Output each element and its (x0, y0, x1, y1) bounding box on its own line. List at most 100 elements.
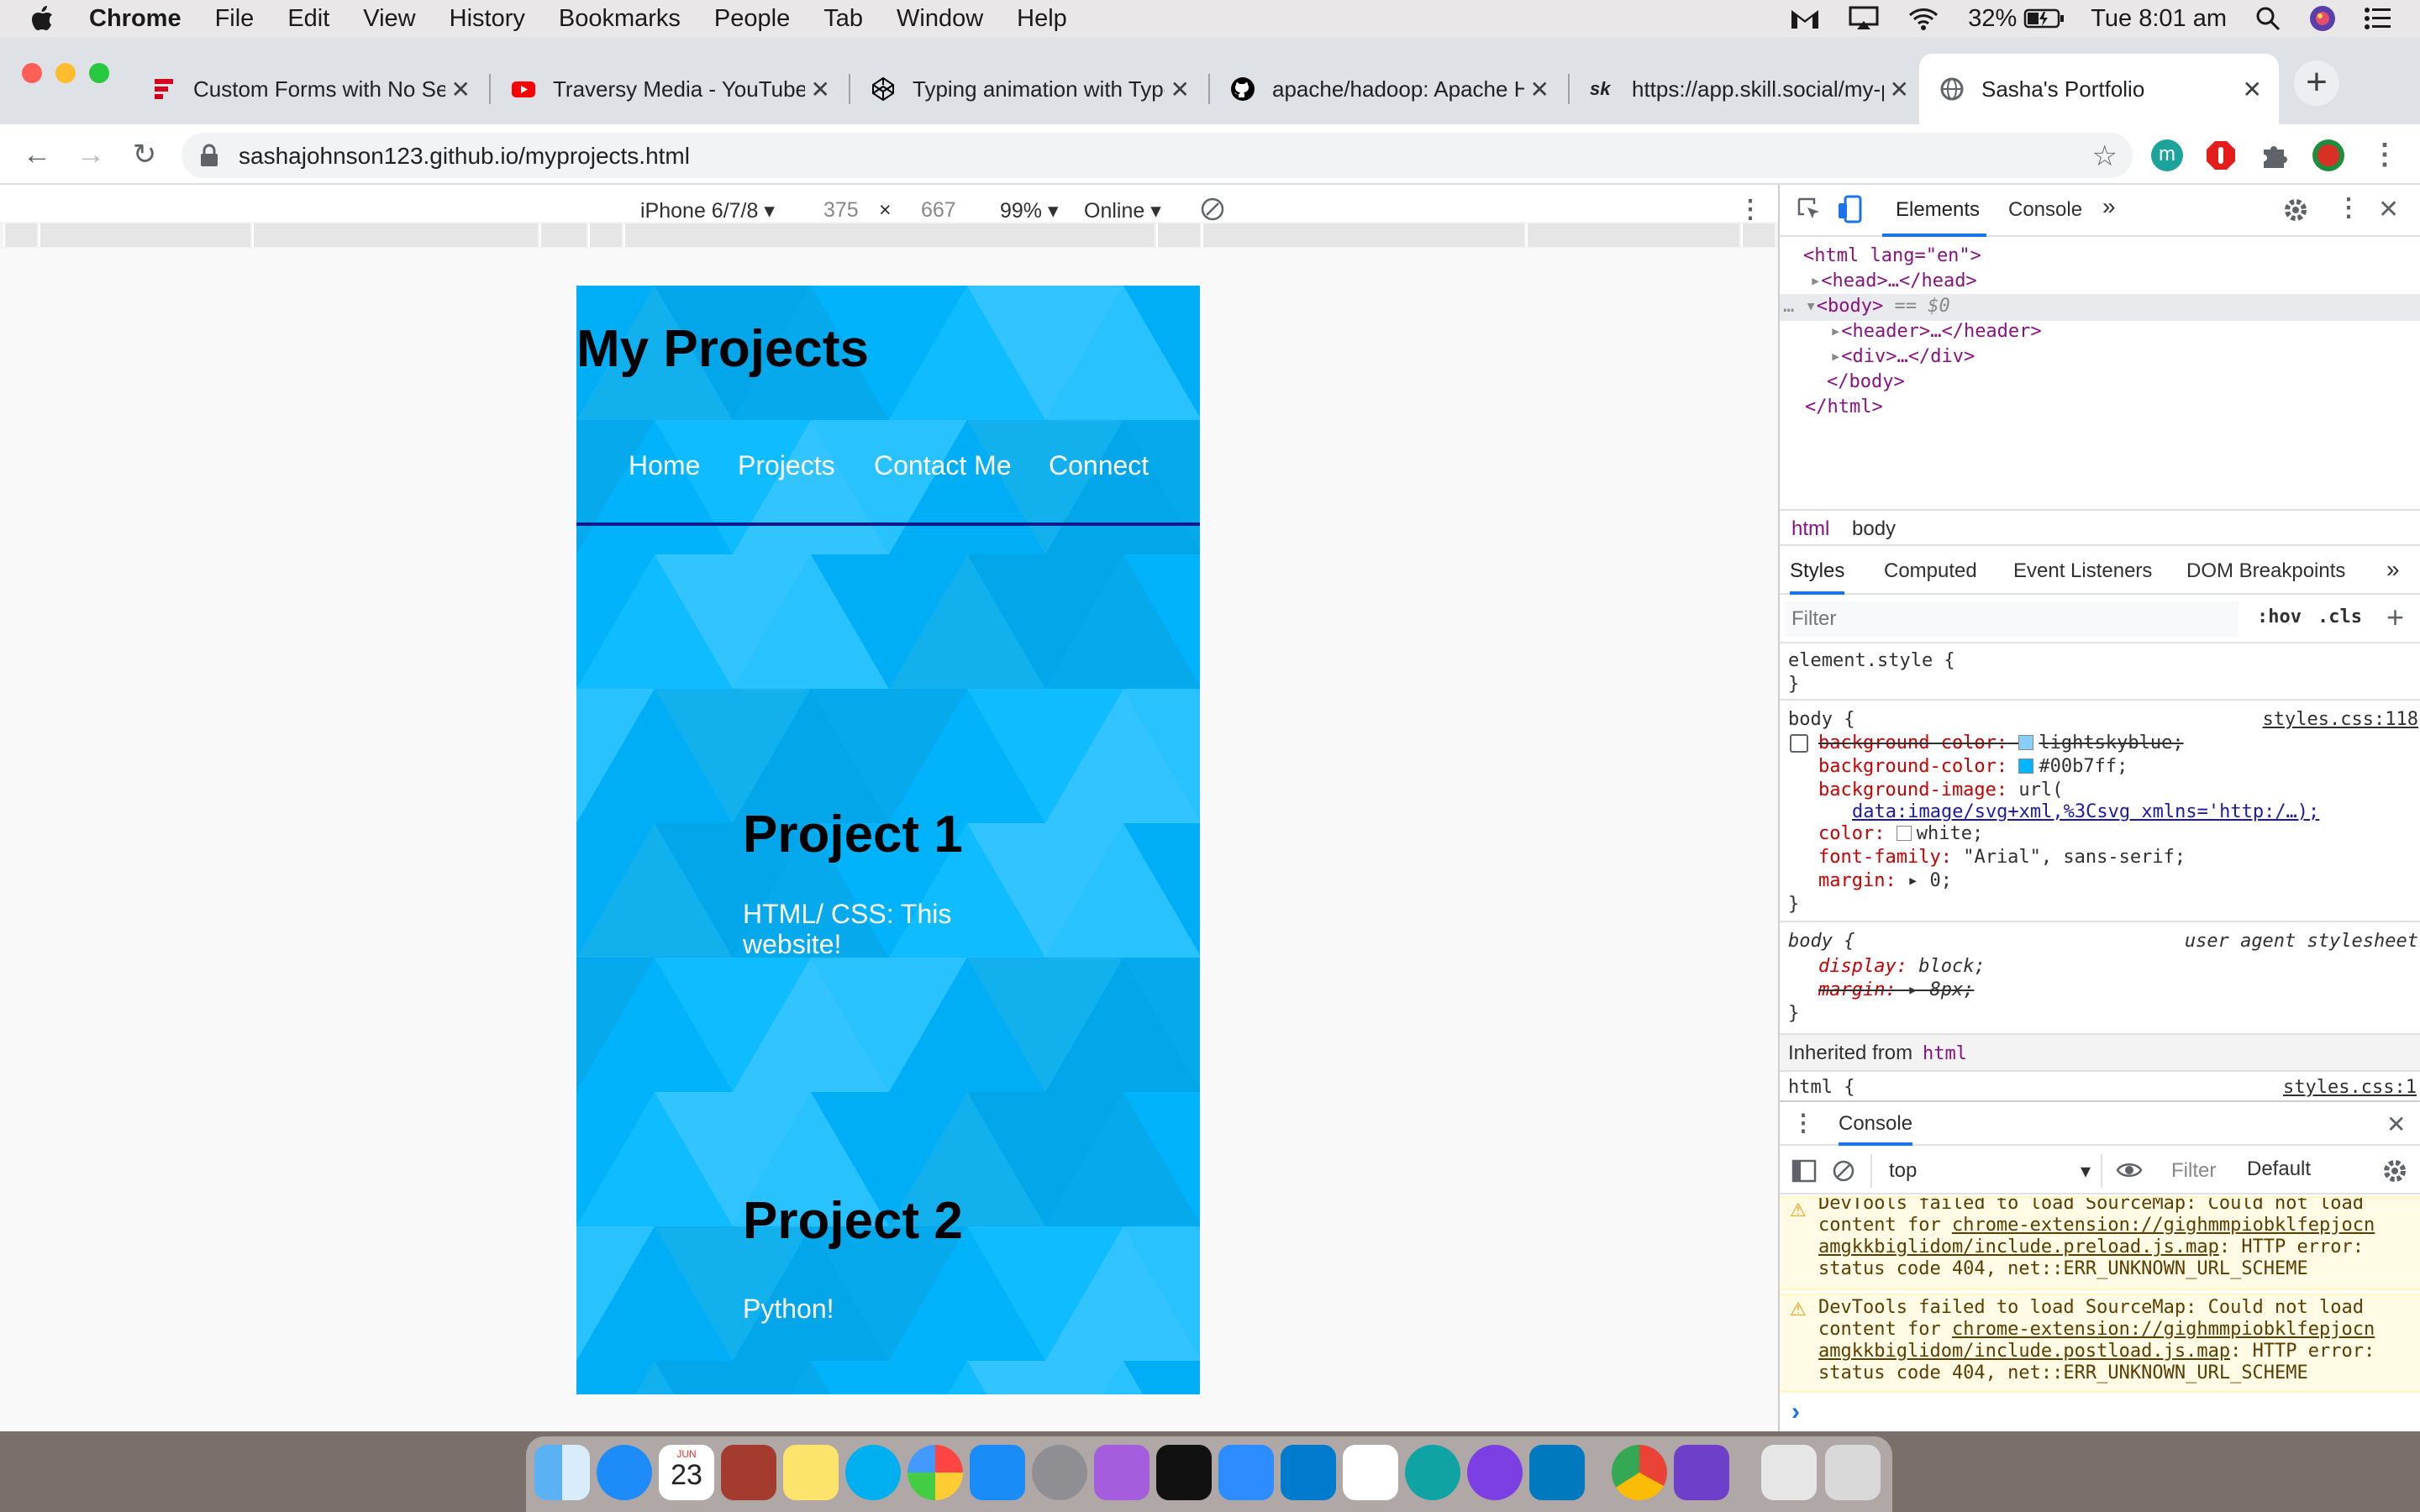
gmail-menu-icon[interactable] (1790, 7, 1820, 30)
breadcrumb-body[interactable]: body (1852, 517, 1896, 541)
maximize-window-button[interactable] (89, 63, 109, 83)
expand-triangle-icon[interactable]: ▸ (1830, 321, 1841, 342)
source-map-link[interactable]: amgkkbiglidom/include.preload.js.map (1818, 1236, 2219, 1257)
tab-dom-breakpoints[interactable]: DOM Breakpoints (2186, 559, 2345, 583)
more-tabs-icon[interactable]: » (2102, 193, 2116, 220)
notes-icon[interactable] (783, 1445, 839, 1500)
menu-window[interactable]: Window (897, 5, 983, 33)
tab-console[interactable]: Console (2008, 198, 2082, 222)
tab-apache-hadoop[interactable]: apache/hadoop: Apache Hadoop ✕ (1210, 54, 1566, 124)
downloads-icon[interactable] (1761, 1445, 1817, 1500)
close-tab-icon[interactable]: ✕ (811, 76, 830, 103)
sidebar-toggle-icon[interactable] (1791, 1159, 1817, 1183)
breadcrumb-html[interactable]: html (1791, 517, 1829, 541)
tab-custom-forms[interactable]: Custom Forms with No Server ✕ (131, 54, 487, 124)
dom-node-body-close[interactable]: </body> (1827, 371, 1905, 392)
notion-like-icon[interactable] (1405, 1445, 1460, 1500)
slack-icon[interactable] (1343, 1445, 1398, 1500)
rule-selector[interactable]: body { (1788, 709, 1854, 730)
chrome-menu-icon[interactable]: ⋮ (2365, 134, 2405, 175)
close-window-button[interactable] (22, 63, 42, 83)
css-declaration[interactable]: font-family: "Arial", sans-serif; (1818, 847, 2186, 868)
tab-traversy-youtube[interactable]: Traversy Media - YouTube ✕ (491, 54, 847, 124)
app-store-icon[interactable] (970, 1445, 1025, 1500)
inspect-element-icon[interactable] (1797, 197, 1822, 222)
battery-icon[interactable] (2023, 8, 2065, 29)
settings-gear-icon[interactable] (2282, 197, 2309, 223)
address-bar[interactable]: sashajohnson123.github.io/myprojects.htm… (182, 133, 2133, 178)
device-select[interactable]: iPhone 6/7/8 ▾ (640, 198, 775, 223)
close-devtools-icon[interactable]: ✕ (2378, 195, 2399, 224)
collapse-triangle-icon[interactable]: ▾ (1806, 296, 1817, 317)
tab-sashas-portfolio[interactable]: Sasha's Portfolio ✕ (1919, 54, 2279, 124)
dom-node-header[interactable]: ▸<header>…</header> (1830, 321, 2042, 342)
minimize-window-button[interactable] (55, 63, 76, 83)
media-query-segment[interactable] (1526, 223, 1739, 247)
media-query-segment[interactable] (1156, 223, 1200, 247)
color-swatch[interactable] (1896, 826, 1912, 841)
trello-icon[interactable] (1529, 1445, 1585, 1500)
url-text[interactable]: sashajohnson123.github.io/myprojects.htm… (239, 143, 690, 170)
menu-edit[interactable]: Edit (287, 5, 329, 33)
adblock-extension-icon[interactable] (2205, 139, 2237, 171)
apple-tv-icon[interactable] (1156, 1445, 1212, 1500)
more-subtabs-icon[interactable]: » (2386, 556, 2400, 583)
menu-help[interactable]: Help (1017, 5, 1067, 33)
device-toggle-icon[interactable] (1837, 195, 1864, 223)
css-declaration[interactable]: margin: ▸ 0; (1818, 870, 1952, 891)
spotlight-search-icon[interactable] (2255, 6, 2281, 31)
menubar-clock[interactable]: Tue 8:01 am (2091, 5, 2227, 33)
media-query-segment[interactable] (1741, 223, 1775, 247)
nav-link-home[interactable]: Home (629, 450, 700, 481)
close-tab-icon[interactable]: ✕ (451, 76, 471, 103)
dictionary-icon[interactable] (721, 1445, 776, 1500)
nav-link-projects[interactable]: Projects (738, 450, 835, 481)
photos-icon[interactable] (908, 1445, 963, 1500)
css-url-link[interactable]: data:image/svg+xml,%3Csvg xmlns='http:/…… (1852, 801, 2319, 822)
system-preferences-icon[interactable] (1032, 1445, 1087, 1500)
css-declaration[interactable]: background-color: lightskyblue; (1818, 732, 2184, 753)
dom-node-html[interactable]: <html lang="en"> (1803, 245, 1981, 266)
throttle-select[interactable]: Online ▾ (1084, 198, 1161, 223)
close-tab-icon[interactable]: ✕ (1530, 76, 1549, 103)
color-swatch[interactable] (2018, 735, 2034, 750)
rotate-icon[interactable] (1200, 197, 1225, 222)
notification-center-icon[interactable] (2365, 8, 2391, 29)
lock-icon[interactable] (198, 143, 220, 168)
close-tab-icon[interactable]: ✕ (1171, 76, 1190, 103)
device-height-input[interactable]: 667 (921, 198, 956, 223)
extension-m-icon[interactable]: m (2151, 139, 2183, 171)
media-query-segment[interactable] (623, 223, 1155, 247)
drawer-tab-console[interactable]: Console (1839, 1112, 1913, 1146)
airplay-icon[interactable] (1849, 6, 1879, 31)
nav-link-contact[interactable]: Contact Me (874, 450, 1012, 481)
finder-icon[interactable] (534, 1445, 590, 1500)
zoom-icon[interactable] (1218, 1445, 1274, 1500)
menu-bookmarks[interactable]: Bookmarks (559, 5, 681, 33)
expand-triangle-icon[interactable]: ▸ (1810, 270, 1821, 291)
console-warning[interactable]: ⚠ DevTools failed to load SourceMap: Cou… (1780, 1196, 2420, 1290)
css-declaration[interactable]: background-image: url( (1818, 780, 2063, 801)
menu-view[interactable]: View (363, 5, 415, 33)
close-tab-icon[interactable]: ✕ (2243, 76, 2262, 103)
github-desktop-icon[interactable] (1674, 1445, 1729, 1500)
skype-icon[interactable] (845, 1445, 901, 1500)
podcasts-icon[interactable] (1094, 1445, 1150, 1500)
media-query-segment[interactable] (3, 223, 37, 247)
nav-link-connect[interactable]: Connect (1049, 450, 1149, 481)
safari-icon[interactable] (597, 1445, 652, 1500)
source-map-link[interactable]: chrome-extension://gighmmpiobklfepjocn (1952, 1215, 2375, 1236)
chrome-icon[interactable] (1612, 1445, 1667, 1500)
wifi-icon[interactable] (1907, 7, 1939, 30)
property-checkbox[interactable] (1790, 734, 1808, 753)
reload-icon[interactable]: ↻ (124, 134, 165, 175)
apple-menu-icon[interactable] (30, 5, 67, 32)
user-profile-icon[interactable] (2309, 5, 2336, 32)
new-tab-button[interactable]: + (2294, 60, 2339, 106)
console-filter-input[interactable]: Filter (2171, 1159, 2216, 1183)
media-query-segment[interactable] (539, 223, 587, 247)
source-map-link[interactable]: amgkkbiglidom/include.postload.js.map (1818, 1341, 2230, 1362)
console-warning[interactable]: ⚠ DevTools failed to load SourceMap: Cou… (1780, 1294, 2420, 1393)
styles-filter-input[interactable] (1785, 601, 2238, 637)
extensions-puzzle-icon[interactable] (2259, 139, 2291, 171)
